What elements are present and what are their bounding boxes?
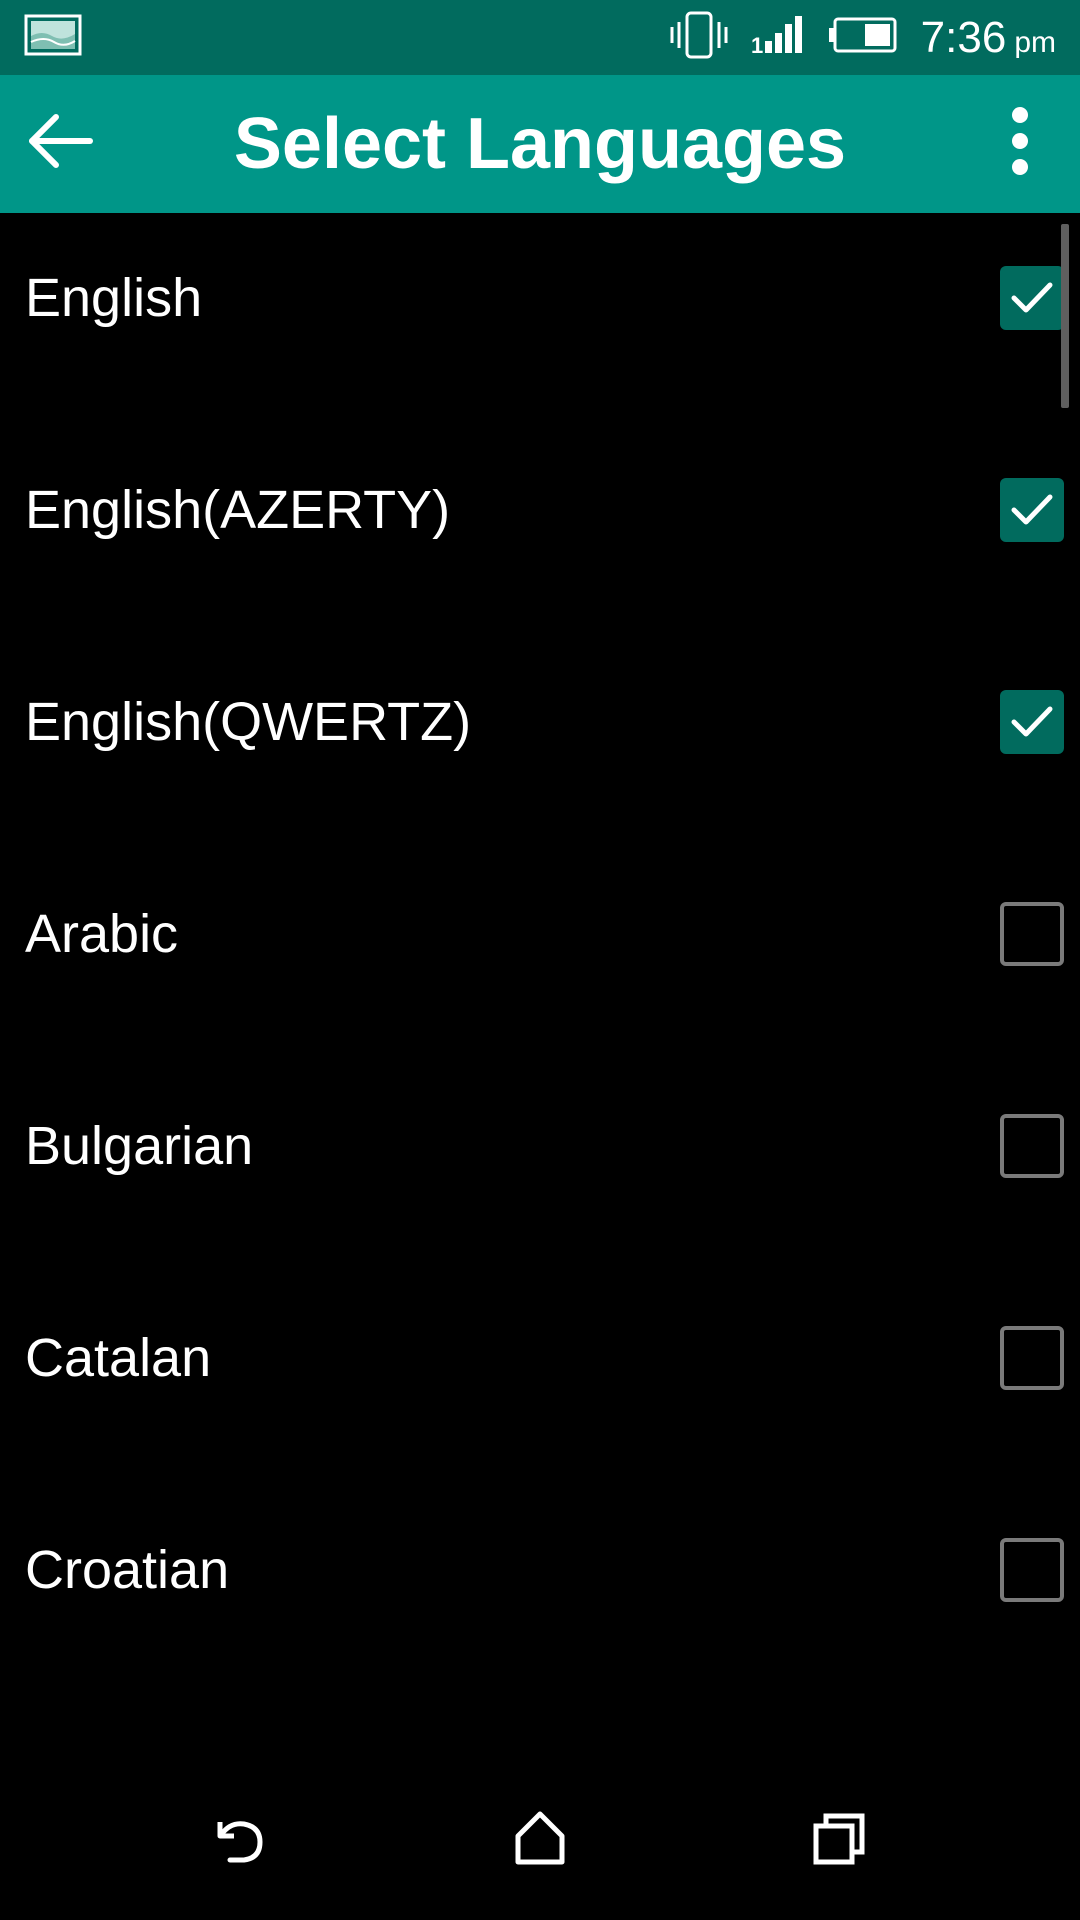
nav-recents-button[interactable] <box>780 1780 900 1900</box>
list-item-label: Bulgarian <box>25 1116 254 1176</box>
checkbox-checked[interactable] <box>1000 690 1064 754</box>
svg-text:1: 1 <box>751 33 763 55</box>
list-item-english-qwertz[interactable]: English(QWERTZ) <box>0 647 1080 797</box>
more-options-button[interactable] <box>980 103 1060 183</box>
nav-back-button[interactable] <box>180 1780 300 1900</box>
scrollbar[interactable] <box>1061 224 1069 408</box>
list-item-label: Croatian <box>25 1540 230 1600</box>
list-item-label: English(AZERTY) <box>25 480 451 540</box>
check-icon <box>1011 494 1053 525</box>
checkbox-unchecked[interactable] <box>1000 1114 1064 1178</box>
list-item-label: English <box>25 268 203 328</box>
checkbox-checked[interactable] <box>1000 478 1064 542</box>
signal-icon: 1 <box>751 15 805 60</box>
home-nav-icon <box>510 1808 570 1873</box>
back-nav-icon <box>210 1808 270 1873</box>
back-button[interactable] <box>20 103 100 183</box>
check-icon <box>1011 706 1053 737</box>
battery-icon <box>827 15 899 60</box>
navigation-bar <box>0 1760 1080 1920</box>
list-item-catalan[interactable]: Catalan <box>0 1283 1080 1433</box>
status-bar: 1 7:36 pm <box>0 0 1080 75</box>
gallery-notification-icon <box>24 14 82 61</box>
list-item-label: Arabic <box>25 904 179 964</box>
list-item-label: Catalan <box>25 1328 212 1388</box>
list-item-croatian[interactable]: Croatian <box>0 1495 1080 1645</box>
vibrate-icon <box>669 10 729 65</box>
status-time: 7:36 pm <box>921 13 1056 63</box>
status-time-ampm: pm <box>1014 25 1056 59</box>
recents-nav-icon <box>810 1808 870 1873</box>
list-item-bulgarian[interactable]: Bulgarian <box>0 1071 1080 1221</box>
checkbox-unchecked[interactable] <box>1000 1326 1064 1390</box>
arrow-back-icon <box>24 105 96 182</box>
list-item-english[interactable]: English <box>0 223 1080 373</box>
checkbox-unchecked[interactable] <box>1000 902 1064 966</box>
nav-home-button[interactable] <box>480 1780 600 1900</box>
status-time-value: 7:36 <box>920 12 1007 62</box>
more-vert-icon <box>1008 105 1032 182</box>
page-title: Select Languages <box>233 104 847 184</box>
language-list[interactable]: English English(AZERTY) English(QWERTZ) … <box>0 213 1080 1743</box>
list-item-arabic[interactable]: Arabic <box>0 859 1080 1009</box>
list-item-label: English(QWERTZ) <box>25 692 472 752</box>
checkbox-checked[interactable] <box>1000 266 1064 330</box>
list-item-english-azerty[interactable]: English(AZERTY) <box>0 435 1080 585</box>
app-bar: Select Languages <box>0 75 1080 213</box>
check-icon <box>1011 282 1053 313</box>
checkbox-unchecked[interactable] <box>1000 1538 1064 1602</box>
